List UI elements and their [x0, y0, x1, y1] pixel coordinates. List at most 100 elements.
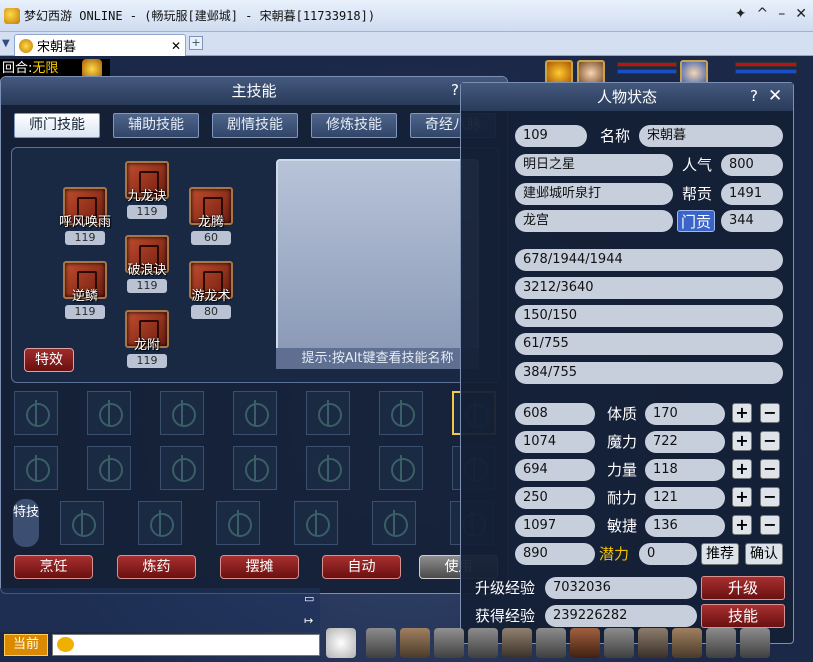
special-skill-slot[interactable] — [138, 501, 182, 545]
gang-icon[interactable] — [604, 628, 634, 658]
skill-panel: 主技能 ? ✕ 师门技能 辅助技能 剧情技能 修炼技能 奇经八脉 九龙诀 119… — [0, 76, 508, 594]
skill-slot[interactable] — [87, 446, 131, 490]
tab-menu-icon[interactable]: ▼ — [2, 38, 12, 50]
action-icon[interactable] — [706, 628, 736, 658]
skill-slot[interactable] — [233, 446, 277, 490]
special-skill-slot[interactable] — [294, 501, 338, 545]
attack-icon[interactable] — [366, 628, 396, 658]
give-icon[interactable] — [434, 628, 464, 658]
chat-channel-button[interactable]: 当前 — [4, 634, 48, 656]
window-title: 梦幻西游 ONLINE - (畅玩服[建邺城] - 宋朝暮[11733918]) — [24, 9, 376, 23]
school-contrib-field: 344 — [721, 210, 783, 232]
skills-button[interactable]: 技能 — [701, 604, 785, 628]
character-panel-title: 人物状态 — [461, 83, 793, 111]
skill-slot[interactable] — [306, 391, 350, 435]
chat-lock-icon[interactable]: ▭ — [304, 592, 314, 605]
bag-icon[interactable] — [400, 628, 430, 658]
skill-help-icon[interactable]: ? — [451, 81, 459, 99]
player-hp-bar — [735, 62, 797, 67]
skill-node[interactable]: 龙附 119 — [118, 310, 176, 368]
gang-contrib-field: 1491 — [721, 183, 783, 205]
constitution-plus-button[interactable]: + — [732, 403, 752, 423]
skill-hint-text: 提示:按Alt键查看技能名称 — [276, 348, 479, 369]
skill-slot[interactable] — [87, 391, 131, 435]
char-help-icon[interactable]: ? — [750, 87, 758, 105]
strength-minus-button[interactable]: − — [760, 459, 780, 479]
skill-slot[interactable] — [14, 446, 58, 490]
level-field: 109 — [515, 125, 587, 147]
skill-node[interactable]: 逆鳞 119 — [56, 261, 114, 319]
skill-slot[interactable] — [14, 391, 58, 435]
upgrade-exp-field: 7032036 — [545, 577, 697, 599]
endurance-plus-button[interactable]: + — [732, 487, 752, 507]
tab-story-skills[interactable]: 剧情技能 — [212, 113, 298, 138]
tab-school-skills[interactable]: 师门技能 — [14, 113, 100, 138]
skill-slot[interactable] — [160, 391, 204, 435]
agility-plus-button[interactable]: + — [732, 515, 752, 535]
constitution-minus-button[interactable]: − — [760, 403, 780, 423]
chat-input[interactable] — [52, 634, 320, 656]
confirm-button[interactable]: 确认 — [745, 543, 783, 565]
skill-name: 呼风唤雨 — [58, 215, 111, 230]
magic-minus-button[interactable]: − — [760, 431, 780, 451]
tab-support-skills[interactable]: 辅助技能 — [113, 113, 199, 138]
school-contrib-label[interactable]: 门贡 — [677, 210, 716, 232]
quick-icon[interactable] — [638, 628, 668, 658]
skill-slot[interactable] — [379, 391, 423, 435]
chat-log[interactable] — [0, 588, 320, 632]
skill-name: 游龙术 — [191, 289, 231, 304]
skill-panel-title: 主技能 — [1, 77, 507, 105]
skill-node[interactable]: 破浪诀 119 — [118, 235, 176, 293]
tab-cultivation-skills[interactable]: 修炼技能 — [311, 113, 397, 138]
gang-field: 建邺城听泉打 — [515, 183, 673, 205]
pet-icon[interactable] — [326, 628, 356, 658]
new-tab-button[interactable]: + — [189, 36, 203, 50]
chat-exit-icon[interactable]: ↦ — [304, 614, 313, 627]
skill-node[interactable]: 呼风唤雨 119 — [56, 187, 114, 245]
title-field[interactable]: 明日之星 — [515, 154, 673, 176]
agility-label: 敏捷 — [607, 517, 638, 535]
skill-level: 60 — [191, 231, 231, 245]
skill-preview-box — [276, 159, 479, 369]
agility-minus-button[interactable]: − — [760, 515, 780, 535]
pet-menu-icon[interactable] — [536, 628, 566, 658]
skill-slot[interactable] — [379, 446, 423, 490]
minimize-icon[interactable]: ^ — [757, 6, 769, 22]
system-icon[interactable] — [740, 628, 770, 658]
skill-node[interactable]: 龙腾 60 — [182, 187, 240, 245]
special-effect-button[interactable]: 特效 — [24, 348, 74, 372]
tab-bar: ▼ 宋朝暮 ✕ + — [0, 32, 813, 56]
close-window-icon[interactable]: ✕ — [795, 6, 807, 22]
skill-slot[interactable] — [160, 446, 204, 490]
special-skill-slot[interactable] — [60, 501, 104, 545]
alchemy-button[interactable]: 炼药 — [117, 555, 196, 579]
char-close-icon[interactable]: ✕ — [768, 86, 782, 106]
upgrade-button[interactable]: 升级 — [701, 576, 785, 600]
skill-slot[interactable] — [233, 391, 277, 435]
defense-field: 1074 — [515, 431, 595, 453]
cooking-button[interactable]: 烹饪 — [14, 555, 93, 579]
auto-button[interactable]: 自动 — [322, 555, 401, 579]
team-icon[interactable] — [502, 628, 532, 658]
endurance-minus-button[interactable]: − — [760, 487, 780, 507]
special-skill-slot[interactable] — [216, 501, 260, 545]
tab-close-icon[interactable]: ✕ — [171, 39, 181, 53]
mp-field: 3212/3640 — [515, 277, 783, 299]
tab-character[interactable]: 宋朝暮 ✕ — [14, 34, 186, 56]
magic-plus-button[interactable]: + — [732, 431, 752, 451]
round-value: 无限 — [32, 61, 59, 76]
special-skill-slot[interactable] — [372, 501, 416, 545]
task-icon[interactable] — [570, 628, 600, 658]
skill-node[interactable]: 九龙诀 119 — [118, 161, 176, 219]
friends-icon[interactable] — [672, 628, 702, 658]
trade-icon[interactable] — [468, 628, 498, 658]
stall-button[interactable]: 摆摊 — [220, 555, 299, 579]
pin-icon[interactable]: ✦ — [735, 6, 747, 22]
endurance-field: 121 — [645, 487, 725, 509]
restore-icon[interactable]: – — [778, 6, 785, 22]
strength-plus-button[interactable]: + — [732, 459, 752, 479]
skill-slot[interactable] — [306, 446, 350, 490]
emoji-icon[interactable] — [57, 637, 74, 652]
recommend-button[interactable]: 推荐 — [701, 543, 739, 565]
skill-node[interactable]: 游龙术 80 — [182, 261, 240, 319]
